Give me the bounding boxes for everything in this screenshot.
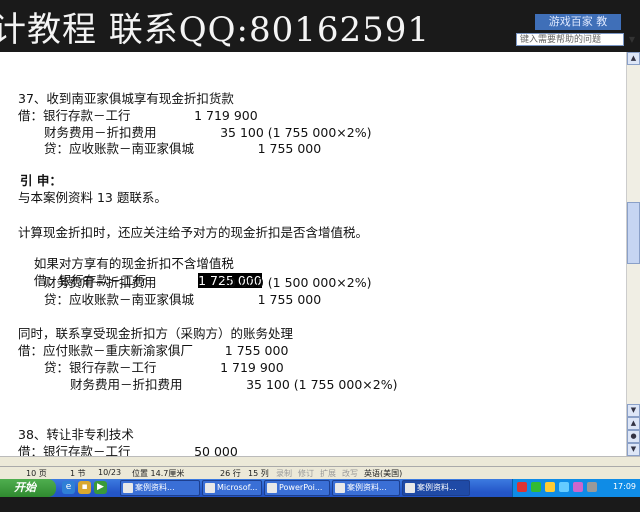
next-page-icon[interactable]: ▼ <box>627 443 640 456</box>
help-search-input[interactable]: 键入需要帮助的问题 <box>516 33 624 46</box>
app-icon <box>205 483 215 493</box>
word-icon <box>123 483 133 493</box>
title-bar: 计教程 联系QQ:80162591 游戏百家 教 键入需要帮助的问题 ▼ <box>0 0 640 52</box>
doc-line: 借：银行存款－工行 50 000 <box>18 444 238 456</box>
speaker-icon[interactable] <box>587 482 597 492</box>
task-button-active[interactable]: 案例资料... <box>402 480 470 496</box>
status-row: 26 行 <box>220 469 241 478</box>
prev-page-icon[interactable]: ▲ <box>627 417 640 430</box>
system-tray: 17:09 <box>512 479 640 497</box>
powerpoint-icon <box>267 483 277 493</box>
status-revisions[interactable]: 修订 <box>298 468 314 479</box>
tray-icon[interactable] <box>517 482 527 492</box>
start-button[interactable]: 开始 <box>0 479 56 497</box>
status-bar: 10 页 1 节 10/23 位置 14.7厘米 26 行 15 列 录制 修订… <box>0 466 640 479</box>
word-icon <box>335 483 345 493</box>
status-page: 10 页 <box>26 469 47 478</box>
scroll-down-icon[interactable]: ▼ <box>627 404 640 417</box>
select-browse-object-icon[interactable]: ● <box>627 430 640 443</box>
scroll-thumb[interactable] <box>627 202 640 264</box>
bottom-border <box>0 497 640 512</box>
word-icon <box>405 483 415 493</box>
task-button[interactable]: PowerPoi... <box>264 480 330 496</box>
status-record[interactable]: 录制 <box>276 468 292 479</box>
doc-line: 贷：应收账款－南亚家俱城 1 755 000 <box>44 141 322 156</box>
watermark-text: 计教程 联系QQ:80162591 <box>0 10 431 50</box>
status-overtype[interactable]: 改写 <box>342 468 358 479</box>
doc-line: 财务费用－折扣费用 35 100 (1 755 000×2%) <box>70 377 398 392</box>
status-section: 1 节 <box>70 469 86 478</box>
status-language: 英语(美国) <box>364 469 403 478</box>
dropdown-arrow-icon[interactable]: ▼ <box>626 33 638 46</box>
task-button[interactable]: 案例资料... <box>120 480 200 496</box>
document-page[interactable]: 37、收到南亚家俱城享有现金折扣货款 借：银行存款－工行 1 719 900 财… <box>0 52 626 456</box>
clock[interactable]: 17:09 <box>613 482 636 491</box>
media-icon[interactable]: ▶ <box>94 481 107 494</box>
doc-line: 与本案例资料 13 题联系。 <box>18 190 167 205</box>
tray-icon[interactable] <box>531 482 541 492</box>
tray-icon[interactable] <box>559 482 569 492</box>
watermark-logo: 游戏百家 教 <box>535 14 621 30</box>
ie-icon[interactable]: e <box>62 481 75 494</box>
status-col: 15 列 <box>248 469 269 478</box>
scroll-up-icon[interactable]: ▲ <box>627 52 640 65</box>
task-button[interactable]: Microsof... <box>202 480 262 496</box>
tray-icon[interactable] <box>573 482 583 492</box>
status-position: 位置 14.7厘米 <box>132 469 185 478</box>
tray-icon[interactable] <box>545 482 555 492</box>
task-button[interactable]: 案例资料... <box>332 480 400 496</box>
doc-line: 贷：应收账款－南亚家俱城 1 755 000 <box>44 292 322 307</box>
status-page-of: 10/23 <box>98 468 122 477</box>
taskbar: 开始 e ▪ ▶ 案例资料... Microsof... PowerPoi...… <box>0 479 640 512</box>
vertical-scrollbar[interactable]: ▲ ▼ ▲ ● ▼ <box>626 52 640 456</box>
folder-icon[interactable]: ▪ <box>78 481 91 494</box>
horizontal-scrollbar[interactable] <box>0 456 640 466</box>
status-extend[interactable]: 扩展 <box>320 468 336 479</box>
